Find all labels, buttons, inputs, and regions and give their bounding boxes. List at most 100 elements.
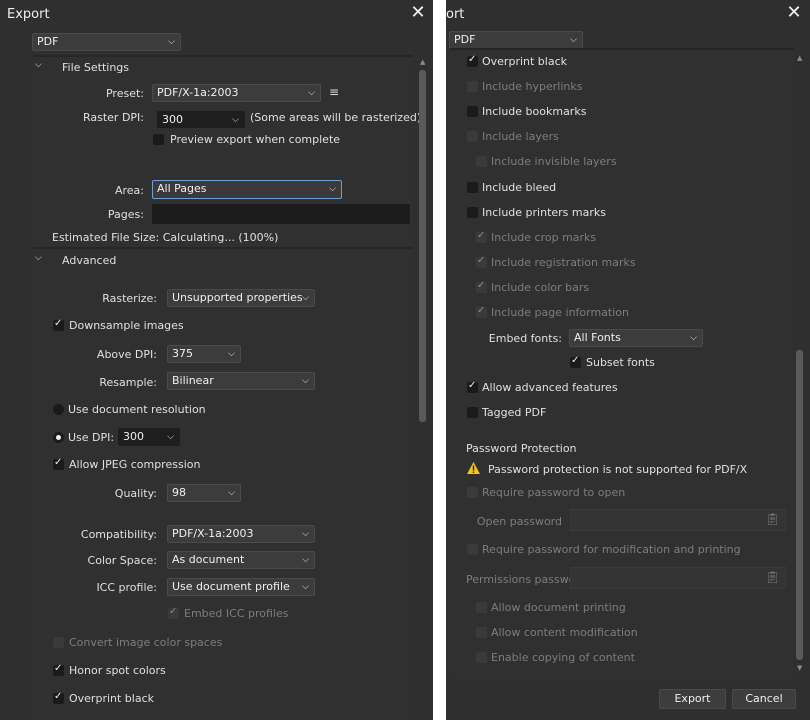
chevron-down-icon: ⌵	[302, 293, 309, 303]
printers-marks-label: Include printers marks	[482, 206, 606, 219]
color-space-select[interactable]: As document ⌵	[167, 551, 315, 569]
page-info-label: Include page information	[491, 306, 629, 319]
require-open-checkbox[interactable]	[467, 487, 478, 498]
require-mod-label: Require password for modification and pr…	[482, 543, 741, 556]
page-info-checkbox[interactable]	[476, 305, 487, 318]
password-protection-header: Password Protection	[466, 442, 577, 455]
use-doc-res-radio[interactable]	[53, 404, 64, 415]
scroll-up-icon[interactable]: ▲	[797, 54, 802, 62]
tagged-pdf-label: Tagged PDF	[482, 406, 547, 419]
chevron-down-icon: ⌵	[302, 582, 309, 592]
compatibility-select[interactable]: PDF/X-1a:2003 ⌵	[167, 525, 315, 543]
cancel-button[interactable]: Cancel	[732, 689, 796, 709]
hyperlinks-checkbox[interactable]	[467, 81, 478, 92]
convert-color-checkbox[interactable]	[53, 637, 64, 648]
embed-fonts-select[interactable]: All Fonts ⌵	[569, 329, 703, 347]
use-doc-res-label: Use document resolution	[68, 403, 206, 416]
chevron-down-icon: ⌵	[232, 115, 239, 125]
open-password-input[interactable]	[570, 509, 786, 531]
estimated-file-size: Estimated File Size: Calculating... (100…	[52, 231, 279, 244]
layers-label: Include layers	[482, 130, 559, 143]
quality-select[interactable]: 98 ⌵	[167, 484, 241, 502]
raster-dpi-label: Raster DPI:	[82, 111, 144, 124]
chevron-down-icon: ⌵	[228, 488, 235, 498]
allow-printing-checkbox[interactable]	[476, 602, 487, 613]
close-icon[interactable]: ✕	[784, 3, 804, 23]
jpeg-checkbox[interactable]	[53, 457, 64, 470]
invisible-layers-checkbox[interactable]	[476, 156, 487, 167]
raster-note: (Some areas will be rasterized)	[250, 111, 422, 124]
subset-fonts-label: Subset fonts	[586, 356, 655, 369]
printers-marks-checkbox[interactable]	[467, 207, 478, 218]
permissions-password-label: Permissions password	[466, 573, 587, 586]
bleed-checkbox[interactable]	[467, 182, 478, 193]
collapse-chevron-icon[interactable]: ⌵	[35, 253, 42, 263]
above-dpi-select[interactable]: 375 ⌵	[167, 345, 241, 363]
above-dpi-label: Above DPI:	[96, 348, 157, 361]
resample-select[interactable]: Bilinear ⌵	[167, 372, 315, 390]
format-select[interactable]: PDF ⌵	[32, 33, 181, 51]
use-dpi-field[interactable]: 300 ⌵	[118, 428, 180, 446]
overprint-black-checkbox[interactable]	[467, 54, 478, 67]
registration-marks-checkbox[interactable]	[476, 255, 487, 268]
scrollbar-thumb[interactable]	[796, 350, 803, 660]
chevron-down-icon: ⌵	[329, 184, 336, 194]
close-icon[interactable]: ✕	[408, 3, 428, 23]
permissions-password-input[interactable]	[570, 567, 786, 589]
clipboard-icon[interactable]: 📋︎	[765, 570, 780, 584]
registration-marks-label: Include registration marks	[491, 256, 636, 269]
tagged-pdf-checkbox[interactable]	[467, 407, 478, 418]
allow-modification-label: Allow content modification	[491, 626, 638, 639]
chevron-down-icon: ⌵	[570, 35, 577, 45]
chevron-down-icon: ⌵	[228, 349, 235, 359]
format-select[interactable]: PDF ⌵	[449, 31, 583, 49]
require-mod-checkbox[interactable]	[467, 544, 478, 555]
chevron-down-icon: ⌵	[690, 333, 697, 343]
advanced-features-label: Allow advanced features	[482, 381, 618, 394]
color-bars-checkbox[interactable]	[476, 280, 487, 293]
enable-copying-label: Enable copying of content	[491, 651, 635, 664]
scroll-up-icon[interactable]: ▲	[420, 58, 425, 66]
subset-fonts-checkbox[interactable]	[570, 355, 581, 368]
allow-modification-checkbox[interactable]	[476, 627, 487, 638]
use-dpi-radio[interactable]	[53, 432, 64, 443]
file-settings-header[interactable]: File Settings	[62, 61, 129, 74]
area-value: All Pages	[157, 182, 207, 195]
rasterize-select[interactable]: Unsupported properties ⌵	[167, 289, 315, 307]
scrollbar-thumb[interactable]	[419, 70, 426, 422]
allow-printing-label: Allow document printing	[491, 601, 626, 614]
overprint-black-checkbox[interactable]	[53, 691, 64, 704]
collapse-chevron-icon[interactable]: ⌵	[35, 60, 42, 70]
color-space-label: Color Space:	[87, 554, 157, 567]
use-dpi-value: 300	[123, 430, 144, 443]
format-value: PDF	[37, 35, 59, 48]
bookmarks-checkbox[interactable]	[467, 106, 478, 117]
chevron-down-icon: ⌵	[302, 529, 309, 539]
raster-dpi-field[interactable]: 300 ⌵	[157, 111, 245, 128]
clipboard-icon[interactable]: 📋︎	[765, 512, 780, 526]
bookmarks-label: Include bookmarks	[482, 105, 587, 118]
export-button[interactable]: Export	[659, 689, 726, 709]
preset-select[interactable]: PDF/X-1a:2003 ⌵	[152, 84, 321, 102]
rasterize-value: Unsupported properties	[172, 291, 303, 304]
embed-icc-checkbox[interactable]	[168, 606, 179, 619]
area-select[interactable]: All Pages ⌵	[152, 180, 342, 199]
advanced-features-checkbox[interactable]	[467, 380, 478, 393]
advanced-header[interactable]: Advanced	[62, 254, 116, 267]
pages-input[interactable]	[152, 204, 410, 224]
preview-checkbox[interactable]	[153, 134, 164, 145]
crop-marks-checkbox[interactable]	[476, 230, 487, 243]
enable-copying-checkbox[interactable]	[476, 652, 487, 663]
scroll-down-icon[interactable]: ▼	[797, 664, 802, 672]
honor-spot-label: Honor spot colors	[69, 664, 166, 677]
dialog-title: ort	[446, 7, 465, 22]
icc-select[interactable]: Use document profile ⌵	[167, 578, 315, 596]
quality-label: Quality:	[114, 487, 157, 500]
layers-checkbox[interactable]	[467, 131, 478, 142]
honor-spot-checkbox[interactable]	[53, 663, 64, 676]
rasterize-label: Rasterize:	[102, 292, 157, 305]
require-open-label: Require password to open	[482, 486, 626, 499]
embed-fonts-value: All Fonts	[574, 331, 621, 344]
downsample-checkbox[interactable]	[53, 318, 64, 331]
preset-menu-icon[interactable]: ≡	[329, 85, 339, 99]
